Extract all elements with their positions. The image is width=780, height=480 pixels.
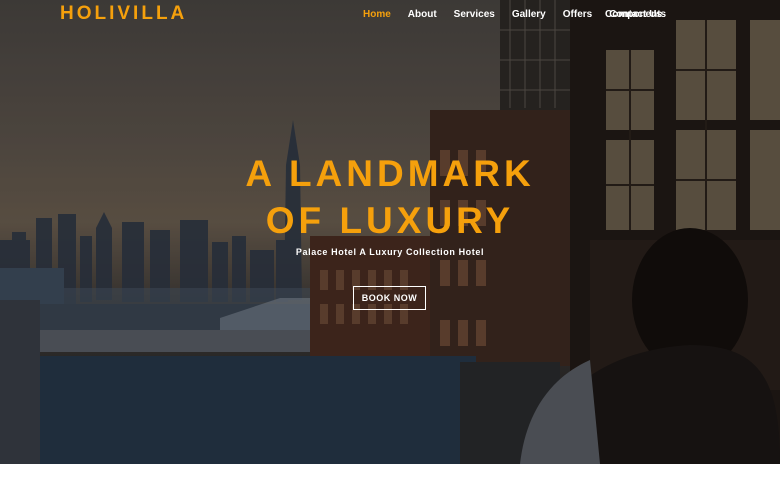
hero-headline: A LANDMARK OF LUXURY: [0, 150, 780, 244]
headline-line-1: A LANDMARK: [245, 153, 535, 194]
brand-logo[interactable]: HOLIVILLA: [60, 3, 187, 25]
nav-item-about[interactable]: About: [408, 9, 437, 20]
headline-line-2: OF LUXURY: [265, 200, 515, 241]
top-navbar: HOLIVILLA Home About Services Gallery Of…: [0, 0, 780, 30]
nav-item-home[interactable]: Home: [363, 9, 391, 20]
hero-subtitle: Palace Hotel A Luxury Collection Hotel: [295, 247, 485, 257]
book-now-button[interactable]: BOOK NOW: [353, 286, 426, 310]
nav-item-components[interactable]: Components: [605, 9, 666, 20]
nav-item-services[interactable]: Services: [454, 9, 495, 20]
nav-item-gallery[interactable]: Gallery: [512, 9, 546, 20]
nav-item-offers[interactable]: Offers: [563, 9, 592, 20]
